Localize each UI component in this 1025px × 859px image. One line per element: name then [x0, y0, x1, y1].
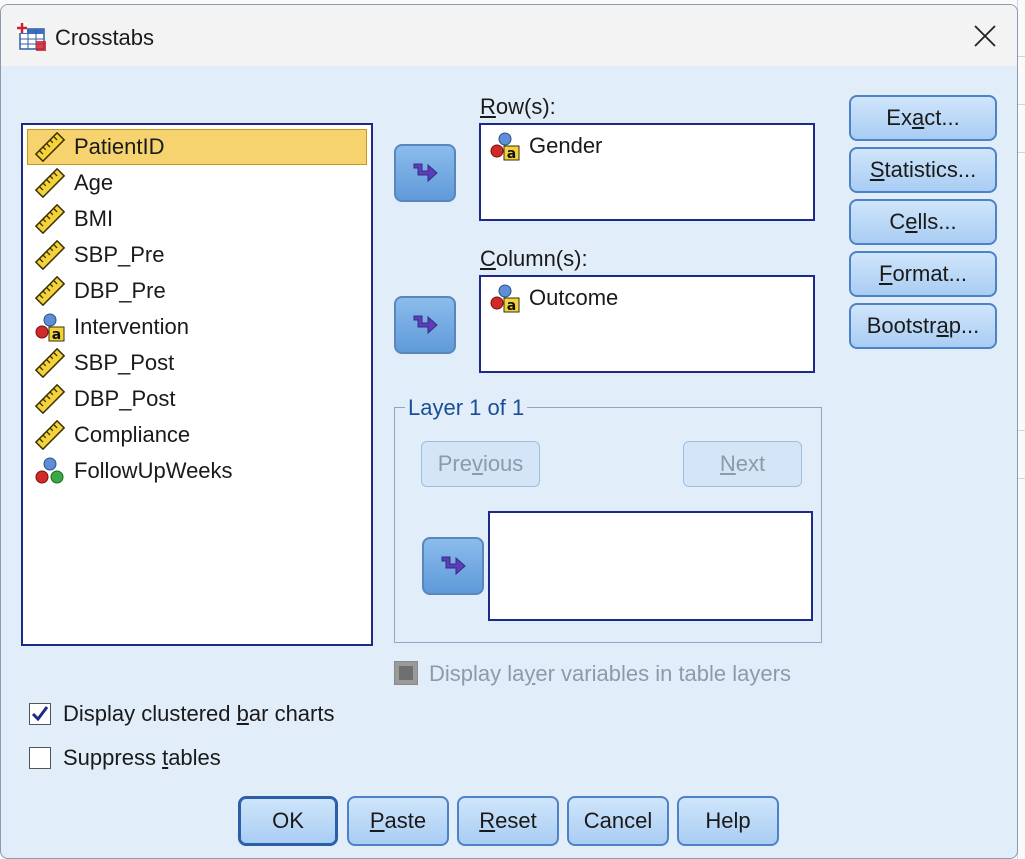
scale-ruler-icon — [34, 275, 66, 307]
variable-item[interactable]: DBP_Pre — [27, 273, 367, 309]
target-variable-label: Gender — [529, 133, 603, 158]
variable-label: SBP_Post — [74, 350, 175, 375]
exact-label: Exact... — [886, 105, 960, 130]
window-title: Crosstabs — [55, 25, 155, 50]
statistics-button[interactable]: Statistics... — [849, 147, 997, 193]
rows-target-list[interactable]: a Gender — [479, 123, 815, 221]
help-button[interactable]: Help — [677, 796, 779, 846]
format-button[interactable]: Format... — [849, 251, 997, 297]
scale-ruler-icon — [34, 239, 66, 271]
scale-ruler-icon — [34, 131, 66, 163]
cells-button[interactable]: Cells... — [849, 199, 997, 245]
suppress-tables-label: Suppress tables — [63, 745, 221, 770]
crosstabs-dialog: Crosstabs PatientID Age BMI SBP_Pre DBP_Pre a… — [0, 4, 1018, 859]
scale-ruler-icon — [34, 419, 66, 451]
variable-label: PatientID — [74, 134, 165, 159]
previous-label: Previous — [437, 451, 524, 476]
statistics-label: Statistics... — [869, 157, 977, 182]
display-layer-variables-checkbox[interactable] — [394, 661, 418, 685]
cells-label: Cells... — [889, 209, 957, 234]
background-gridline — [1017, 152, 1025, 153]
variable-item[interactable]: DBP_Post — [27, 381, 367, 417]
variable-item[interactable]: PatientID — [27, 129, 367, 165]
variable-label: BMI — [74, 206, 114, 231]
variable-label: SBP_Pre — [74, 242, 165, 267]
variable-label: DBP_Pre — [74, 278, 166, 303]
layer-title: Layer 1 of 1 — [405, 395, 528, 421]
variable-item[interactable]: SBP_Pre — [27, 237, 367, 273]
bootstrap-label: Bootstrap... — [866, 313, 980, 338]
svg-text:a: a — [507, 146, 516, 161]
nominal-icon — [34, 456, 66, 486]
format-label: Format... — [878, 261, 968, 286]
svg-text:a: a — [52, 327, 61, 342]
variable-label: DBP_Post — [74, 386, 176, 411]
reset-button[interactable]: Reset — [457, 796, 559, 846]
help-label: Help — [705, 808, 751, 833]
clustered-bar-charts-checkbox[interactable] — [29, 703, 51, 725]
nominal-string-icon: a — [34, 312, 66, 343]
rows-label-text: ow(s): — [495, 94, 556, 119]
background-gridline — [1017, 104, 1025, 105]
columns-label: Column(s): — [480, 246, 588, 271]
title-bar: Crosstabs — [1, 5, 1017, 66]
scale-ruler-icon — [34, 347, 66, 379]
rows-label: Row(s): — [480, 94, 556, 119]
variable-label: Intervention — [74, 314, 189, 339]
cancel-button[interactable]: Cancel — [567, 796, 669, 846]
checkmark-icon — [31, 706, 49, 722]
target-variable-item[interactable]: a Gender — [481, 125, 813, 167]
background-gridline — [1017, 430, 1025, 431]
nominal-string-icon: a — [489, 131, 521, 162]
variable-item[interactable]: SBP_Post — [27, 345, 367, 381]
target-variable-label: Outcome — [529, 285, 619, 310]
clustered-bar-charts-label: Display clustered bar charts — [63, 701, 335, 726]
layer-target-list[interactable] — [488, 511, 813, 621]
variable-item[interactable]: a Intervention — [27, 309, 367, 345]
variable-item[interactable]: BMI — [27, 201, 367, 237]
cancel-label: Cancel — [583, 808, 653, 833]
columns-label-text: olumn(s): — [495, 246, 588, 271]
paste-label: Paste — [369, 808, 427, 833]
source-variable-list[interactable]: PatientID Age BMI SBP_Pre DBP_Prea Interventi… — [21, 123, 373, 646]
paste-button[interactable]: Paste — [347, 796, 449, 846]
target-variable-item[interactable]: a Outcome — [481, 277, 813, 319]
variable-item[interactable]: Age — [27, 165, 367, 201]
variable-label: Compliance — [74, 422, 191, 447]
columns-target-list[interactable]: a Outcome — [479, 275, 815, 373]
variable-label: FollowUpWeeks — [74, 458, 233, 483]
scale-ruler-icon — [34, 167, 66, 199]
variable-item[interactable]: Compliance — [27, 417, 367, 453]
scale-ruler-icon — [34, 203, 66, 235]
move-to-columns-button[interactable] — [394, 296, 456, 354]
variable-label: Age — [74, 170, 114, 195]
svg-text:a: a — [507, 298, 516, 313]
variable-item[interactable]: FollowUpWeeks — [27, 453, 367, 489]
next-label: Next — [719, 451, 766, 476]
reset-label: Reset — [479, 808, 537, 833]
ok-label: OK — [272, 808, 304, 833]
move-to-rows-button[interactable] — [394, 144, 456, 202]
close-button[interactable] — [953, 5, 1017, 66]
suppress-tables-checkbox[interactable] — [29, 747, 51, 769]
background-gridline — [1017, 478, 1025, 479]
exact-button[interactable]: Exact... — [849, 95, 997, 141]
bootstrap-button[interactable]: Bootstrap... — [849, 303, 997, 349]
previous-layer-button[interactable]: Previous — [421, 441, 540, 487]
next-layer-button[interactable]: Next — [683, 441, 802, 487]
close-icon — [974, 24, 996, 47]
display-layer-variables-label: Display layer variables in table layers — [429, 661, 791, 686]
scale-ruler-icon — [34, 383, 66, 415]
background-gridline — [1017, 56, 1025, 57]
move-arrow-icon — [413, 163, 438, 183]
nominal-string-icon: a — [489, 283, 521, 314]
crosstabs-app-icon — [17, 23, 46, 51]
ok-button[interactable]: OK — [238, 796, 338, 846]
move-arrow-icon — [413, 315, 438, 335]
